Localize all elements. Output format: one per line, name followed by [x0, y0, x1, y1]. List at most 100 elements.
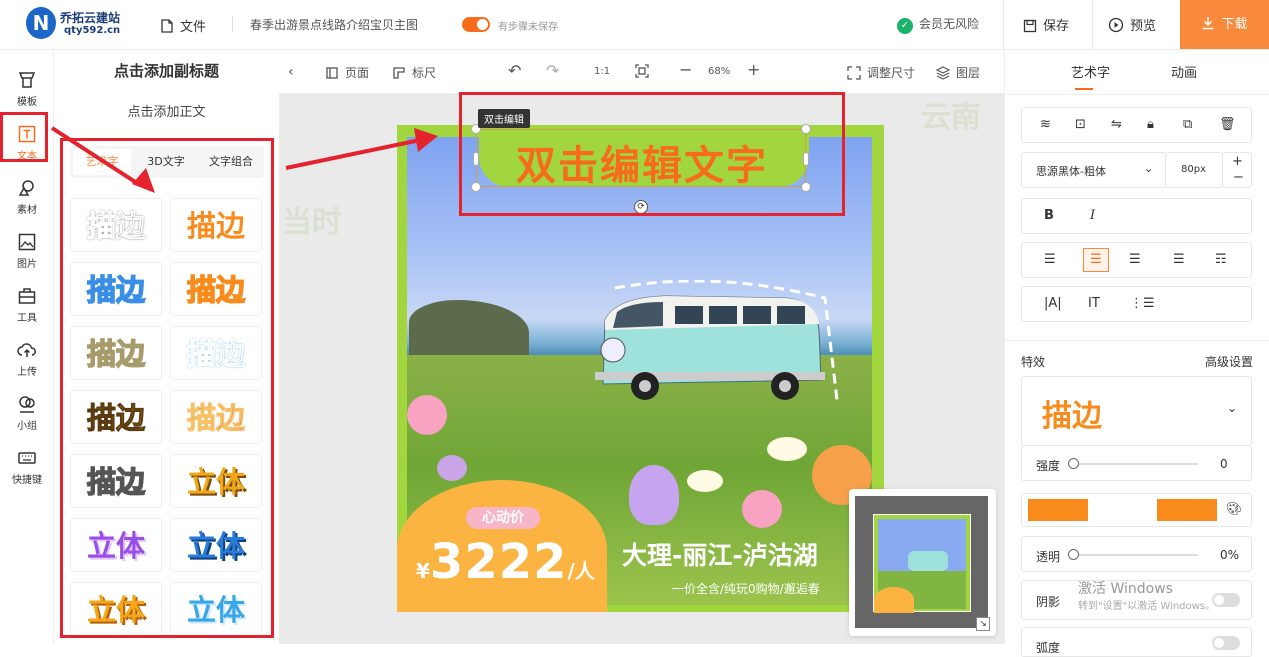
align-distribute-icon[interactable]: ☶: [1215, 252, 1227, 267]
decrease-icon[interactable]: −: [1233, 170, 1244, 185]
chevron-down-icon: ⌄: [1144, 162, 1154, 175]
vip-status[interactable]: ✓ 会员无风险: [897, 15, 979, 34]
arc-label: 弧度: [1036, 641, 1061, 655]
palette-icon[interactable]: 🎨︎: [1226, 502, 1243, 517]
fill-color-swatch[interactable]: [1157, 499, 1217, 521]
price-tag[interactable]: 心动价: [466, 507, 540, 529]
tab-art-text-properties[interactable]: 艺术字: [1071, 62, 1110, 81]
rail-item-upload[interactable]: 上传: [0, 328, 54, 378]
autosave-toggle[interactable]: [462, 17, 490, 32]
rail-item-image[interactable]: 图片: [0, 220, 54, 270]
align-justify-icon[interactable]: ☰: [1173, 252, 1185, 267]
strength-slider[interactable]: [1074, 463, 1198, 465]
save-button[interactable]: 保存: [1023, 15, 1069, 34]
download-button[interactable]: 下载: [1180, 0, 1269, 49]
file-menu-button[interactable]: 文件: [160, 16, 206, 35]
strength-slider-knob[interactable]: [1068, 458, 1079, 469]
route-subtitle[interactable]: 一价全含/纯玩0购物/邂逅春: [672, 580, 820, 597]
undo-icon[interactable]: ↶: [508, 61, 521, 80]
shadow-toggle[interactable]: [1212, 593, 1240, 607]
align-left-icon[interactable]: ☰: [1044, 252, 1056, 267]
logo-icon[interactable]: N: [26, 7, 56, 39]
rail-item-group[interactable]: 小组: [0, 382, 54, 432]
canvas-toolbar: ‹ 页面 标尺 ↶ ↷ 1:1 − 68% + 调整尺寸 图层: [279, 50, 1004, 94]
preview-button[interactable]: 预览: [1108, 15, 1156, 34]
upload-icon: [17, 343, 36, 357]
effect-preset-select[interactable]: 描边 ⌄: [1021, 376, 1252, 446]
arc-toggle[interactable]: [1212, 636, 1240, 650]
layer-order-icon[interactable]: ≋: [1040, 117, 1051, 132]
collapse-panel-button[interactable]: ‹: [288, 64, 294, 80]
zoom-out-icon[interactable]: −: [679, 60, 692, 79]
bold-icon[interactable]: B: [1044, 208, 1054, 223]
preview-label: 预览: [1130, 19, 1157, 34]
ghost-watermark-text: 当时: [282, 205, 342, 240]
page-button[interactable]: 页面: [325, 64, 369, 81]
document-title[interactable]: 春季出游景点线路介绍宝贝主图: [250, 16, 418, 33]
tab-animation[interactable]: 动画: [1171, 62, 1197, 81]
rail-item-label: 图片: [17, 259, 37, 270]
template-icon: [18, 72, 36, 88]
increase-icon[interactable]: +: [1232, 154, 1243, 169]
top-bar: N 乔拓云建站 qty592.cn 文件 春季出游景点线路介绍宝贝主图 有步骤未…: [0, 0, 1269, 50]
chevron-down-icon: ⌄: [1227, 401, 1238, 415]
flip-icon[interactable]: ⇋: [1111, 117, 1122, 132]
rail-item-template[interactable]: 模板: [0, 58, 54, 108]
ratio-button[interactable]: 1:1: [594, 66, 610, 77]
font-family-select[interactable]: 思源黑体-粗体 ⌄: [1021, 152, 1166, 188]
add-subtitle-button[interactable]: 点击添加副标题: [54, 60, 279, 81]
rail-item-tools[interactable]: 工具: [0, 274, 54, 324]
opacity-slider-knob[interactable]: [1068, 549, 1079, 560]
font-size-value: 80px: [1181, 164, 1206, 175]
rail-item-label: 快捷键: [12, 475, 42, 486]
text-style-bar: B I: [1021, 198, 1252, 234]
zoom-in-icon[interactable]: +: [747, 60, 760, 79]
resize-icon: [847, 66, 861, 80]
opacity-control: 透明 0%: [1021, 536, 1252, 572]
lock-icon[interactable]: 🔒︎: [1147, 117, 1154, 132]
page-label: 页面: [345, 66, 370, 80]
save-label: 保存: [1043, 19, 1070, 34]
price-text[interactable]: ¥3222/人: [416, 534, 595, 590]
font-family-value: 思源黑体-粗体: [1036, 165, 1106, 178]
divider: [1005, 340, 1269, 341]
tools-icon: [18, 288, 36, 304]
opacity-slider[interactable]: [1074, 554, 1198, 556]
redo-icon[interactable]: ↷: [546, 61, 559, 80]
active-tab-indicator: [1075, 88, 1093, 90]
align-center-icon[interactable]: ☰: [1083, 248, 1109, 272]
font-size-stepper[interactable]: + −: [1222, 152, 1252, 188]
route-title[interactable]: 大理-丽江-泸沽湖: [622, 536, 818, 572]
download-icon: [1202, 17, 1214, 30]
stroke-color-swatch[interactable]: [1028, 499, 1088, 521]
rail-item-shortcuts[interactable]: 快捷键: [0, 436, 54, 486]
rail-item-material[interactable]: 素材: [0, 166, 54, 216]
thumbnail-preview[interactable]: [855, 496, 988, 628]
letter-spacing-icon[interactable]: |A|: [1044, 296, 1062, 311]
fit-screen-icon[interactable]: [635, 64, 655, 78]
effect-preview: 描边: [1042, 399, 1102, 434]
zoom-level: 68%: [708, 66, 731, 77]
camper-van-image[interactable]: [575, 280, 851, 410]
ruler-button[interactable]: 标尺: [392, 64, 436, 81]
trash-icon[interactable]: 🗑︎: [1219, 117, 1236, 132]
layers-button[interactable]: 图层: [935, 64, 980, 81]
font-size-input[interactable]: 80px: [1165, 152, 1223, 188]
group-icon: [19, 396, 35, 413]
logo-title: 乔拓云建站: [60, 11, 121, 25]
italic-icon[interactable]: I: [1090, 208, 1095, 223]
shadow-label: 阴影: [1036, 595, 1061, 609]
line-height-icon[interactable]: IT: [1088, 296, 1100, 311]
fit-icon[interactable]: ⊡: [1075, 117, 1086, 132]
ruler-icon: [393, 67, 405, 79]
align-right-icon[interactable]: ☰: [1129, 252, 1141, 267]
resize-button[interactable]: 调整尺寸: [847, 64, 915, 81]
duplicate-icon[interactable]: ⧉: [1183, 117, 1192, 132]
material-icon: [18, 180, 34, 196]
expand-icon[interactable]: ↘: [976, 617, 990, 631]
file-icon: [161, 19, 173, 33]
price-value: 3222: [429, 534, 568, 590]
advanced-settings-link[interactable]: 高级设置: [1205, 353, 1253, 370]
add-body-text-button[interactable]: 点击添加正文: [54, 101, 279, 120]
list-icon[interactable]: ⋮☰: [1130, 296, 1155, 311]
